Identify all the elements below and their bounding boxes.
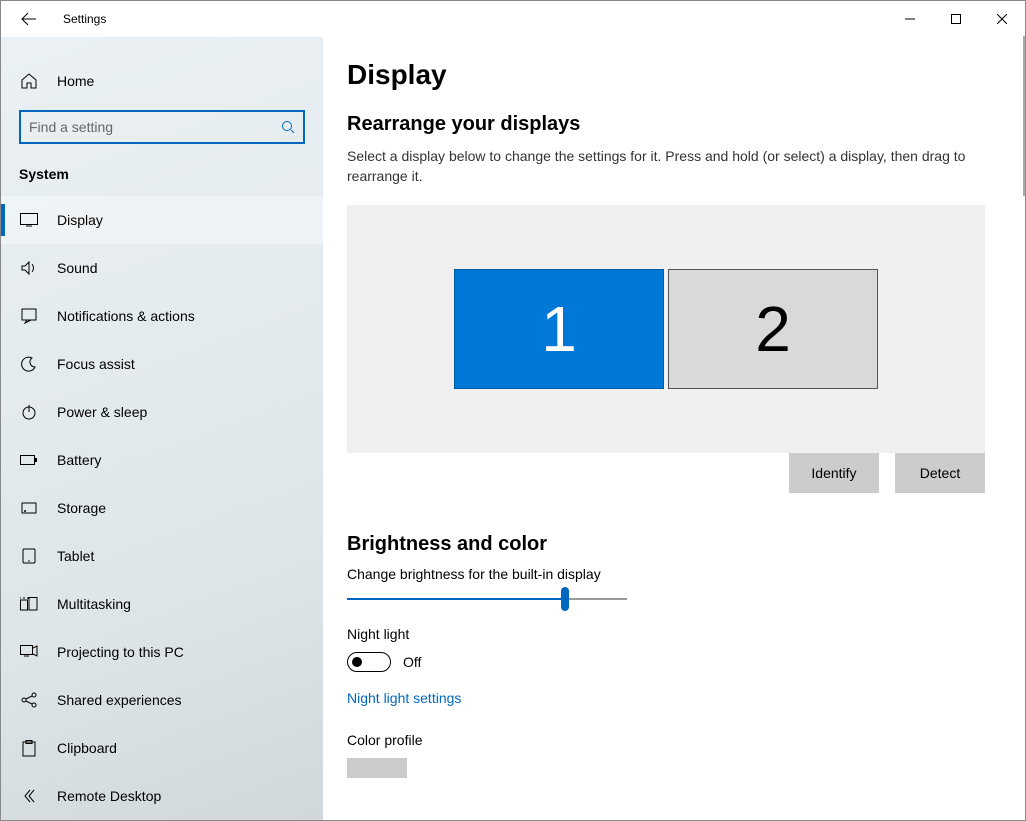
scrollbar[interactable] (1023, 36, 1025, 196)
remote-icon (19, 786, 39, 806)
share-icon (19, 690, 39, 710)
color-profile-dropdown[interactable] (347, 758, 407, 778)
main-content: Display Rearrange your displays Select a… (323, 37, 1025, 820)
maximize-button[interactable] (933, 3, 979, 35)
nightlight-label: Night light (347, 626, 985, 642)
maximize-icon (951, 14, 961, 24)
close-icon (997, 14, 1007, 24)
section-label: System (1, 156, 323, 188)
sidebar-item-battery[interactable]: Battery (1, 436, 323, 484)
page-title: Display (347, 59, 985, 91)
power-icon (19, 402, 39, 422)
sidebar-item-clipboard[interactable]: Clipboard (1, 724, 323, 772)
search-input[interactable] (29, 119, 281, 135)
sidebar: Home System Display Sound Notifications & … (1, 37, 323, 820)
sidebar-item-label: Display (57, 212, 103, 228)
sidebar-item-label: Sound (57, 260, 97, 276)
sidebar-item-remote-desktop[interactable]: Remote Desktop (1, 772, 323, 820)
arrow-left-icon (21, 11, 37, 27)
home-icon (19, 71, 39, 91)
sidebar-item-focus-assist[interactable]: Focus assist (1, 340, 323, 388)
home-nav[interactable]: Home (1, 62, 323, 100)
minimize-icon (905, 14, 915, 24)
battery-icon (19, 450, 39, 470)
brightness-heading: Brightness and color (347, 533, 985, 556)
home-label: Home (57, 73, 94, 89)
storage-icon (19, 498, 39, 518)
sidebar-item-label: Remote Desktop (57, 788, 161, 804)
display-arrange-area[interactable]: 1 2 (347, 205, 985, 453)
display-icon (19, 210, 39, 230)
window-title: Settings (63, 12, 106, 26)
sidebar-item-label: Storage (57, 500, 106, 516)
search-box[interactable] (19, 110, 305, 144)
sound-icon (19, 258, 39, 278)
minimize-button[interactable] (887, 3, 933, 35)
monitor-2[interactable]: 2 (668, 269, 878, 389)
sidebar-item-label: Shared experiences (57, 692, 182, 708)
monitor-1[interactable]: 1 (454, 269, 664, 389)
search-icon (281, 120, 295, 134)
detect-button[interactable]: Detect (895, 453, 985, 493)
sidebar-item-storage[interactable]: Storage (1, 484, 323, 532)
sidebar-item-tablet[interactable]: Tablet (1, 532, 323, 580)
sidebar-item-label: Notifications & actions (57, 308, 195, 324)
sidebar-item-multitasking[interactable]: Multitasking (1, 580, 323, 628)
sidebar-item-label: Tablet (57, 548, 94, 564)
sidebar-item-label: Power & sleep (57, 404, 147, 420)
sidebar-item-shared-experiences[interactable]: Shared experiences (1, 676, 323, 724)
rearrange-heading: Rearrange your displays (347, 113, 985, 136)
tablet-icon (19, 546, 39, 566)
sidebar-item-display[interactable]: Display (1, 196, 323, 244)
close-button[interactable] (979, 3, 1025, 35)
nightlight-state: Off (403, 654, 421, 670)
back-button[interactable] (19, 3, 39, 35)
sidebar-item-label: Focus assist (57, 356, 135, 372)
sidebar-item-label: Clipboard (57, 740, 117, 756)
slider-thumb[interactable] (561, 587, 569, 611)
brightness-label: Change brightness for the built-in displ… (347, 566, 985, 582)
project-icon (19, 642, 39, 662)
sidebar-item-label: Projecting to this PC (57, 644, 184, 660)
rearrange-desc: Select a display below to change the set… (347, 146, 985, 187)
toggle-knob (352, 657, 362, 667)
brightness-slider[interactable] (347, 598, 627, 600)
identify-button[interactable]: Identify (789, 453, 879, 493)
color-profile-label: Color profile (347, 732, 985, 748)
sidebar-item-sound[interactable]: Sound (1, 244, 323, 292)
sidebar-item-notifications-actions[interactable]: Notifications & actions (1, 292, 323, 340)
sidebar-item-label: Multitasking (57, 596, 131, 612)
nightlight-settings-link[interactable]: Night light settings (347, 690, 461, 706)
notify-icon (19, 306, 39, 326)
nightlight-toggle[interactable] (347, 652, 391, 672)
sidebar-item-projecting-to-this-pc[interactable]: Projecting to this PC (1, 628, 323, 676)
clipboard-icon (19, 738, 39, 758)
moon-icon (19, 354, 39, 374)
sidebar-item-power-sleep[interactable]: Power & sleep (1, 388, 323, 436)
multitask-icon (19, 594, 39, 614)
sidebar-item-label: Battery (57, 452, 101, 468)
